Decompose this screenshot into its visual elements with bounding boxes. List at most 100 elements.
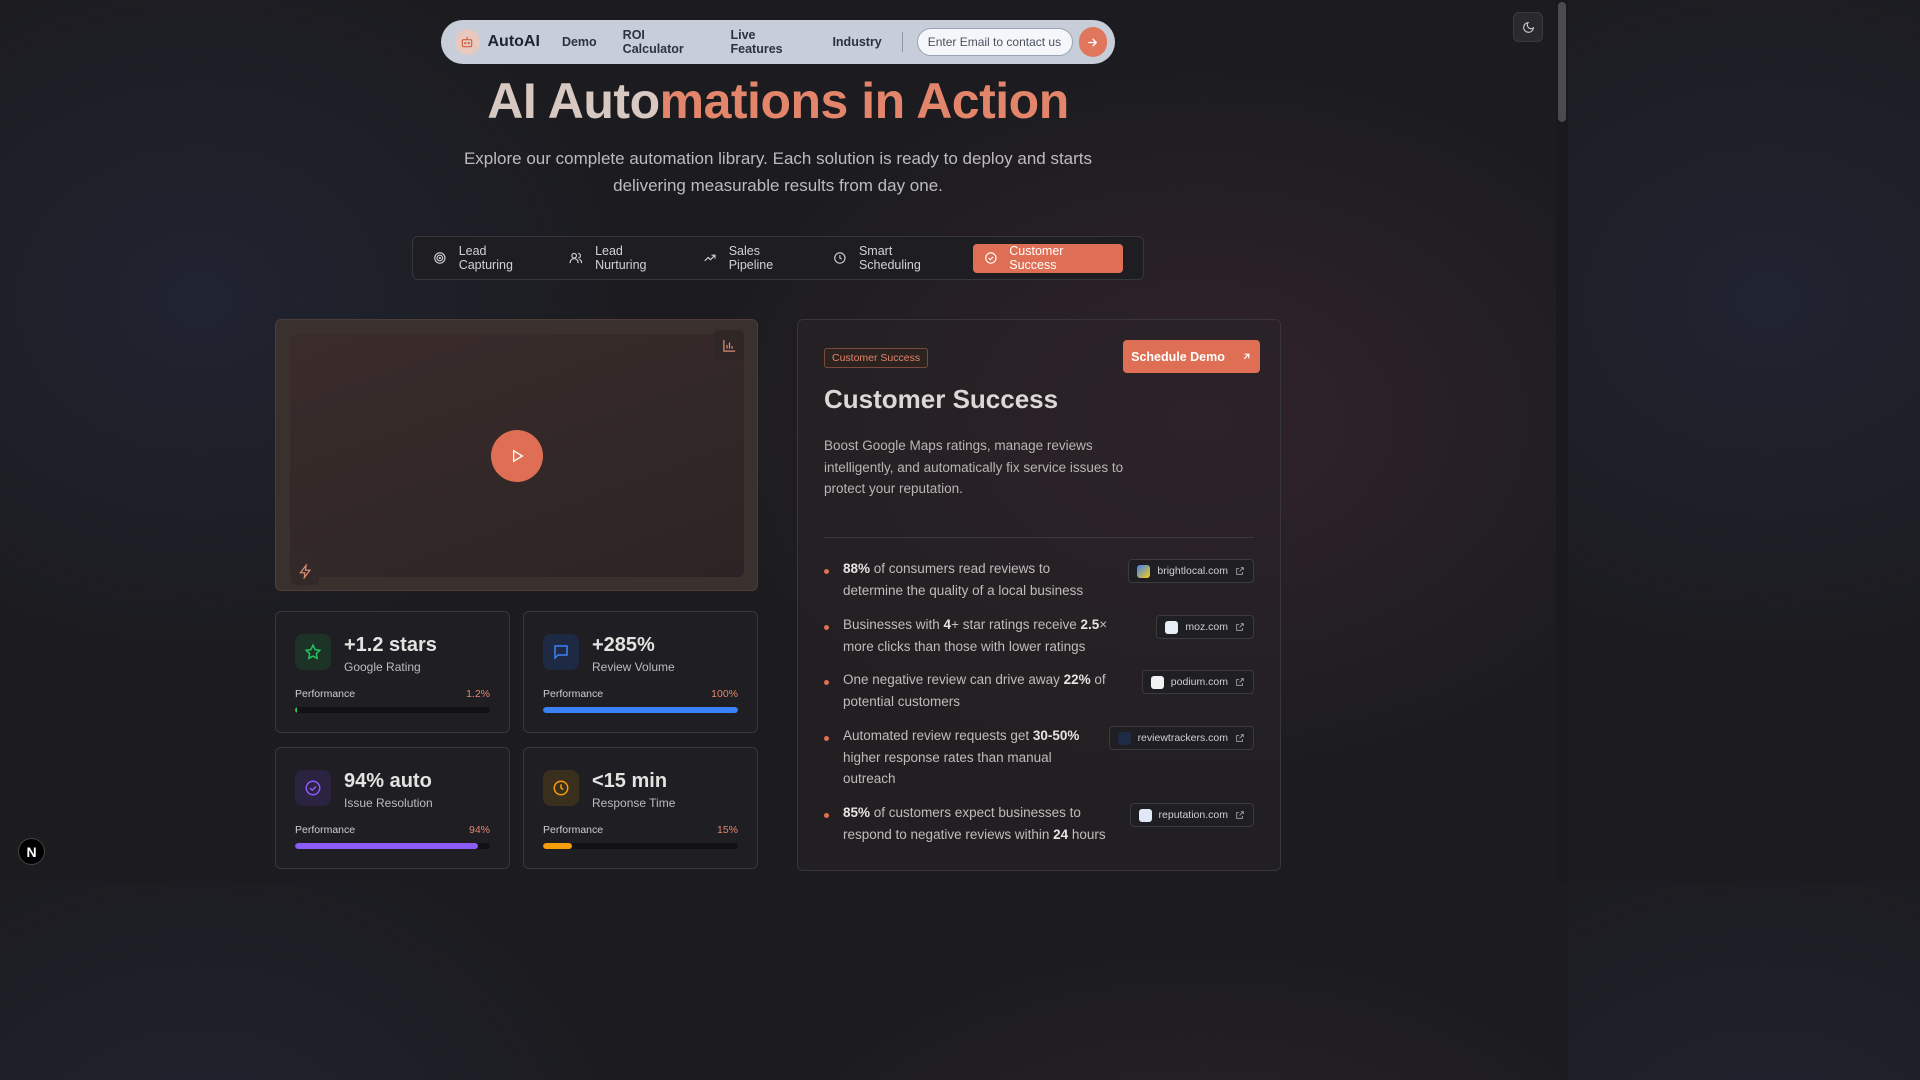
category-pill: Customer Success	[824, 348, 929, 368]
page-subtitle: Explore our complete automation library.…	[463, 149, 1093, 195]
performance-bar	[543, 707, 738, 713]
tab-smart-scheduling[interactable]: Smart Scheduling	[833, 244, 955, 272]
arrow-right-icon	[1088, 38, 1098, 46]
performance-bar-fill	[295, 707, 298, 713]
video-frame	[290, 330, 744, 585]
clock-icon	[543, 770, 579, 806]
performance-label: Performance	[543, 824, 604, 836]
schedule-demo-button[interactable]: Schedule Demo	[1123, 340, 1260, 373]
trending-up-icon	[704, 254, 716, 262]
zap-icon	[298, 563, 311, 579]
users-icon	[569, 252, 583, 264]
source-link-podium[interactable]: podium.com	[1141, 670, 1254, 694]
source-link-reputation[interactable]: reputation.com	[1129, 803, 1254, 827]
bar-chart-icon	[722, 339, 735, 352]
clock-icon	[834, 252, 846, 264]
performance-bar	[543, 843, 738, 849]
external-link-icon	[1236, 811, 1244, 819]
stat-text: 85% of customers expect businesses to re…	[843, 805, 1106, 842]
external-link-icon	[1236, 678, 1244, 686]
moz-favicon-icon	[1165, 620, 1179, 634]
performance-bar	[295, 843, 490, 849]
video-player	[275, 319, 758, 591]
metric-value: 94% auto	[344, 770, 432, 792]
stat-text: 88% of consumers read reviews to determi…	[843, 561, 1084, 598]
nav-link-roi-calculator[interactable]: ROI Calculator	[623, 28, 705, 56]
podium-favicon-icon	[1150, 675, 1164, 689]
arrow-up-right-icon	[1243, 353, 1250, 360]
external-link-icon	[1236, 734, 1244, 742]
performance-bar-fill	[543, 843, 573, 849]
panel-title: Customer Success	[824, 384, 1059, 414]
top-nav: AutoAI Demo ROI Calculator Live Features…	[441, 20, 1115, 64]
email-input[interactable]	[916, 28, 1073, 56]
bullet-icon	[824, 736, 829, 741]
external-link-icon	[1236, 623, 1244, 631]
performance-bar-fill	[543, 707, 738, 713]
performance-label: Performance	[295, 824, 356, 836]
check-circle-icon	[984, 252, 997, 264]
solution-detail-panel: Customer Success Schedule Demo Customer …	[797, 319, 1281, 871]
brand-name[interactable]: AutoAI	[488, 33, 540, 51]
stat-text: One negative review can drive away 22% o…	[843, 672, 1106, 709]
tab-lead-capturing[interactable]: Lead Capturing	[433, 244, 542, 272]
performance-value: 1.2%	[466, 688, 490, 700]
nav-link-industry[interactable]: Industry	[832, 35, 881, 49]
metric-value: +285%	[592, 634, 655, 656]
external-link-icon	[1236, 567, 1244, 575]
metric-card-review-volume: +285% Review Volume Performance 100%	[523, 611, 758, 733]
automation-button[interactable]	[291, 557, 319, 585]
tab-customer-success[interactable]: Customer Success	[972, 243, 1123, 273]
tab-lead-nurturing[interactable]: Lead Nurturing	[569, 244, 676, 272]
bullet-icon	[824, 813, 829, 818]
metric-value: <15 min	[592, 770, 668, 792]
nav-link-live-features[interactable]: Live Features	[731, 28, 807, 56]
performance-label: Performance	[543, 688, 604, 700]
nextjs-devtools-button[interactable]: N	[18, 838, 45, 865]
submit-email-button[interactable]	[1078, 27, 1107, 57]
scrollbar-track[interactable]	[1556, 0, 1568, 882]
bullet-icon	[824, 680, 829, 685]
analytics-button[interactable]	[714, 330, 744, 360]
metric-card-google-rating: +1.2 stars Google Rating Performance 1.2…	[275, 611, 510, 733]
performance-value: 94%	[468, 824, 490, 836]
play-button[interactable]	[491, 430, 543, 482]
reputation-favicon-icon	[1138, 808, 1152, 822]
target-icon	[434, 252, 446, 264]
page-title: AI Automations in Action	[487, 73, 1069, 129]
performance-label: Performance	[295, 688, 356, 700]
tab-sales-pipeline[interactable]: Sales Pipeline	[703, 244, 806, 272]
scrollbar-thumb[interactable]	[1558, 2, 1566, 122]
message-icon	[543, 634, 579, 670]
metric-label: Google Rating	[344, 660, 421, 674]
source-link-reviewtrackers[interactable]: reviewtrackers.com	[1108, 726, 1254, 750]
play-icon	[513, 449, 524, 463]
theme-toggle-button[interactable]	[1513, 12, 1543, 42]
check-circle-icon	[295, 770, 331, 806]
performance-bar	[295, 707, 490, 713]
performance-value: 15%	[716, 824, 738, 836]
reviewtrackers-favicon-icon	[1117, 731, 1131, 745]
metric-label: Issue Resolution	[344, 796, 433, 810]
stat-text: Automated review requests get 30-50% hig…	[843, 728, 1080, 786]
moon-icon	[1522, 21, 1534, 33]
bullet-icon	[824, 625, 829, 630]
category-tabs: Lead Capturing Lead Nurturing Sales Pipe…	[412, 236, 1144, 280]
metric-value: +1.2 stars	[344, 634, 437, 656]
stat-text: Businesses with 4+ star ratings receive …	[843, 617, 1108, 654]
performance-value: 100%	[711, 688, 738, 700]
performance-bar-fill	[295, 843, 479, 849]
divider	[824, 537, 1254, 538]
nav-divider	[901, 32, 903, 52]
brightlocal-favicon-icon	[1137, 564, 1151, 578]
metric-label: Response Time	[592, 796, 676, 810]
metric-card-issue-resolution: 94% auto Issue Resolution Performance 94…	[275, 747, 510, 869]
metric-label: Review Volume	[592, 660, 675, 674]
star-icon	[295, 634, 331, 670]
source-link-brightlocal[interactable]: brightlocal.com	[1128, 559, 1254, 583]
metric-card-response-time: <15 min Response Time Performance 15%	[523, 747, 758, 869]
nav-link-demo[interactable]: Demo	[562, 35, 597, 49]
source-link-moz[interactable]: moz.com	[1156, 615, 1254, 639]
bullet-icon	[824, 569, 829, 574]
robot-logo-icon	[455, 29, 480, 55]
